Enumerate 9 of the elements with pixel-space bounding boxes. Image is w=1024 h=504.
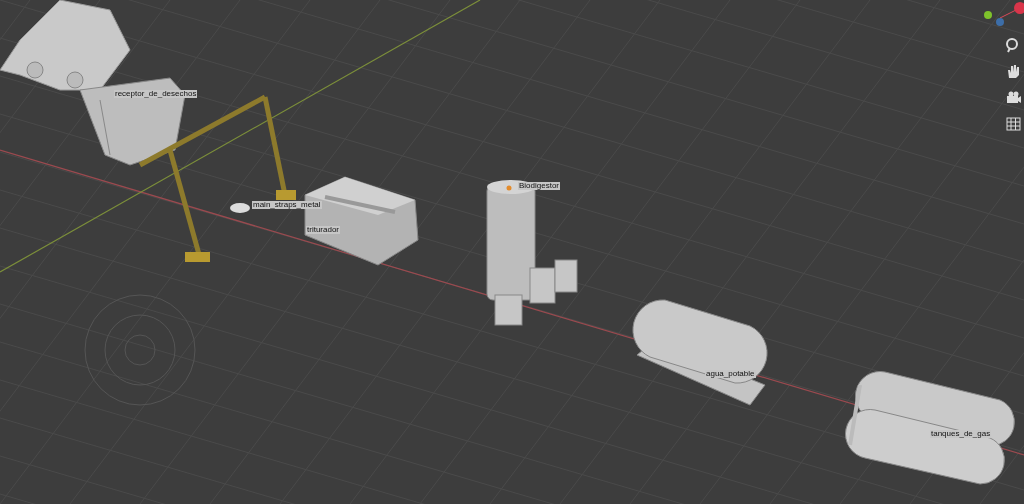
axis-gizmo-drawing[interactable] bbox=[984, 2, 1024, 26]
object-name-label: main_straps_metal bbox=[252, 201, 322, 209]
object-name-label: triturador bbox=[306, 226, 340, 234]
disc-model-drawing bbox=[230, 203, 250, 213]
object-name-label: agua_potable bbox=[705, 370, 756, 378]
object-name-label: receptor_de_desechos bbox=[114, 90, 198, 98]
object-name-label: Biodigestor bbox=[518, 182, 561, 190]
grid-icon[interactable] bbox=[1004, 114, 1022, 132]
object-name-label: tanques_de_gas bbox=[930, 430, 992, 438]
